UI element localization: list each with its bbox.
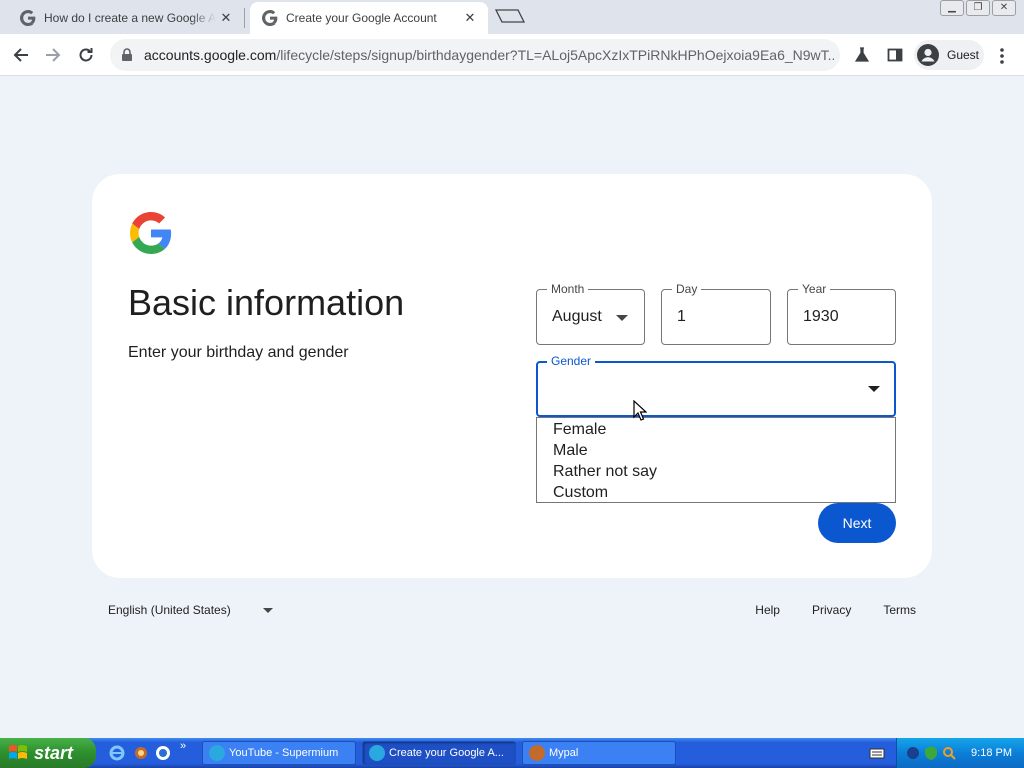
page-title: Basic information	[128, 282, 405, 323]
gender-option-male[interactable]: Male	[537, 440, 895, 461]
day-value: 1	[677, 308, 686, 325]
minimize-icon[interactable]: ▁	[940, 0, 964, 16]
month-value: August	[552, 308, 602, 325]
mypal-icon	[529, 745, 545, 761]
gender-option-rather-not-say[interactable]: Rather not say	[537, 461, 895, 482]
clock: 9:18 PM	[971, 747, 1012, 759]
close-tab-icon[interactable]: ✕	[216, 10, 236, 26]
task-title: Create your Google A...	[389, 747, 504, 759]
close-window-icon[interactable]: ✕	[992, 0, 1016, 16]
google-favicon-icon	[20, 10, 36, 26]
language-value: English (United States)	[108, 603, 231, 617]
back-arrow-icon	[13, 48, 28, 62]
windows-flag-icon	[9, 745, 27, 759]
terms-link[interactable]: Terms	[883, 603, 916, 617]
side-panel-icon[interactable]	[885, 45, 905, 65]
back-button[interactable]	[8, 42, 34, 68]
tab-how-do-i-create[interactable]: How do I create a new Google Account ✕	[8, 2, 244, 34]
next-button[interactable]: Next	[818, 503, 896, 543]
profile-button[interactable]: Guest	[914, 40, 984, 70]
tab-separator	[244, 8, 245, 28]
forward-arrow-icon	[46, 48, 61, 62]
supermium-icon	[209, 745, 225, 761]
ie-quicklaunch-icon[interactable]	[108, 744, 126, 762]
google-logo-icon	[130, 212, 172, 254]
restore-icon[interactable]: ❐	[966, 0, 990, 16]
chevron-down-icon	[868, 386, 880, 392]
shield-tray-icon[interactable]	[923, 745, 939, 761]
browser-quicklaunch-icon[interactable]	[154, 744, 172, 762]
google-favicon-icon	[262, 10, 278, 26]
more-menu-icon[interactable]	[994, 46, 1010, 66]
gender-select[interactable]: Gender	[536, 354, 896, 417]
taskbar-task-create-account[interactable]: Create your Google A...	[362, 741, 516, 765]
start-button[interactable]: start	[0, 738, 96, 768]
tab-strip: How do I create a new Google Account ✕ C…	[0, 0, 1024, 34]
tab-title: How do I create a new Google Account	[44, 11, 216, 25]
window-controls: ▁ ❐ ✕	[940, 0, 1016, 16]
month-label: Month	[547, 282, 589, 296]
gender-label: Gender	[547, 354, 596, 368]
gender-option-custom[interactable]: Custom	[537, 482, 895, 503]
year-value: 1930	[803, 308, 839, 325]
start-label: start	[34, 742, 74, 763]
chevron-down-icon	[616, 315, 628, 321]
address-bar[interactable]: accounts.google.com/lifecycle/steps/sign…	[110, 39, 840, 71]
network-tray-icon[interactable]	[905, 745, 921, 761]
search-tray-icon[interactable]	[941, 745, 957, 761]
avatar-icon	[917, 44, 939, 66]
footer-links: Help Privacy Terms	[755, 603, 916, 617]
forward-button[interactable]	[40, 42, 66, 68]
year-input[interactable]: Year 1930	[787, 282, 896, 345]
app-quicklaunch-icon[interactable]	[132, 744, 150, 762]
reload-button[interactable]	[73, 42, 99, 68]
new-tab-icon[interactable]	[494, 8, 526, 24]
help-link[interactable]: Help	[755, 603, 780, 617]
language-select[interactable]: English (United States)	[108, 603, 273, 617]
labs-flask-icon[interactable]	[852, 45, 872, 65]
month-select[interactable]: Month August	[536, 282, 645, 345]
url-text: accounts.google.com/lifecycle/steps/sign…	[144, 47, 834, 63]
signup-card: Basic information Enter your birthday an…	[92, 174, 932, 578]
taskbar: start » YouTube - Supermium Create your …	[0, 738, 1024, 768]
profile-name: Guest	[947, 48, 980, 62]
chevron-down-icon	[262, 607, 273, 613]
browser-toolbar: accounts.google.com/lifecycle/steps/sign…	[0, 34, 1024, 76]
close-tab-icon[interactable]: ✕	[460, 10, 480, 26]
gender-option-female[interactable]: Female	[537, 419, 895, 440]
privacy-link[interactable]: Privacy	[812, 603, 851, 617]
day-input[interactable]: Day 1	[661, 282, 771, 345]
url-path: /lifecycle/steps/signup/birthdaygender?T…	[276, 47, 834, 63]
mouse-cursor-icon	[633, 400, 647, 421]
taskbar-task-mypal[interactable]: Mypal	[522, 741, 676, 765]
year-label: Year	[798, 282, 831, 296]
system-tray: 9:18 PM	[896, 738, 1024, 768]
keyboard-icon[interactable]	[868, 744, 886, 762]
reload-icon	[79, 48, 93, 62]
task-title: Mypal	[549, 747, 579, 759]
supermium-icon	[369, 745, 385, 761]
chevron-right-icon[interactable]: »	[180, 740, 198, 758]
task-title: YouTube - Supermium	[229, 747, 339, 759]
lock-icon[interactable]	[120, 48, 134, 62]
tab-create-google-account[interactable]: Create your Google Account ✕	[250, 2, 488, 34]
page-subtitle: Enter your birthday and gender	[128, 344, 349, 361]
taskbar-task-youtube[interactable]: YouTube - Supermium	[202, 741, 356, 765]
gender-dropdown-list: Female Male Rather not say Custom	[536, 417, 896, 503]
tab-title: Create your Google Account	[286, 11, 437, 25]
url-host: accounts.google.com	[144, 47, 277, 63]
day-label: Day	[672, 282, 702, 296]
